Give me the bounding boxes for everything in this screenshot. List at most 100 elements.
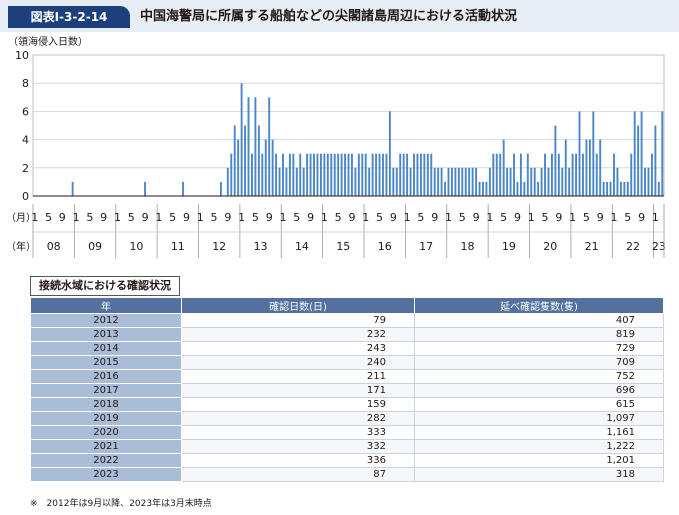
data-bar xyxy=(457,167,460,196)
table-row: 2013 232 819 xyxy=(30,327,664,342)
bar-chart: 0246810（月）（年）1 5 9081 5 9091 5 9101 5 9111 5 9121 5… xyxy=(6,49,666,258)
row-days: 232 xyxy=(181,327,415,342)
month-tick-label: 9 xyxy=(638,211,645,224)
data-bar xyxy=(271,139,274,196)
month-tick-label: 9 xyxy=(348,211,355,224)
data-bar xyxy=(182,181,184,196)
y-tick-label: 4 xyxy=(22,134,29,147)
month-tick-label: 1 xyxy=(362,211,369,224)
data-bar xyxy=(526,153,529,196)
data-bar xyxy=(371,153,374,196)
row-ships: 318 xyxy=(414,467,664,482)
data-bar xyxy=(626,181,629,196)
data-bar xyxy=(233,125,236,196)
data-bar xyxy=(582,153,584,196)
month-tick-label: 1 xyxy=(528,211,535,224)
month-tick-label: 1 xyxy=(238,211,245,224)
data-bar xyxy=(264,139,267,196)
data-bar xyxy=(502,139,505,196)
data-bar xyxy=(540,167,543,196)
data-bar xyxy=(619,181,622,196)
row-ships: 729 xyxy=(414,341,664,356)
data-bar xyxy=(416,153,419,196)
row-days: 243 xyxy=(181,341,415,356)
table-row: 2015 240 709 xyxy=(30,355,664,370)
month-tick-label: 9 xyxy=(514,211,521,224)
data-bar xyxy=(599,139,602,196)
row-year: 2013 xyxy=(30,327,182,342)
row-ships: 819 xyxy=(414,327,664,342)
year-tick-label: 15 xyxy=(336,240,350,253)
year-axis-label: （年） xyxy=(6,240,36,253)
data-bar xyxy=(247,97,250,196)
table-row: 2014 243 729 xyxy=(30,341,664,356)
data-bar xyxy=(495,153,498,196)
data-bar xyxy=(268,97,271,196)
data-bar xyxy=(423,153,426,196)
data-bar xyxy=(657,181,660,196)
data-bar xyxy=(144,181,147,196)
data-bar xyxy=(71,181,74,196)
data-bar xyxy=(409,167,412,196)
data-bar xyxy=(306,153,309,196)
y-tick-label: 10 xyxy=(15,49,29,62)
year-tick-label: 09 xyxy=(88,240,102,253)
data-bar xyxy=(219,181,222,196)
data-bar xyxy=(292,153,295,196)
row-days: 211 xyxy=(181,369,415,384)
row-days: 159 xyxy=(181,397,415,412)
row-year: 2014 xyxy=(30,341,182,356)
data-bar xyxy=(285,167,288,196)
data-bar xyxy=(388,111,391,196)
month-tick-label: 5 xyxy=(211,211,218,224)
year-tick-label: 10 xyxy=(129,240,143,253)
row-days: 79 xyxy=(181,313,415,328)
month-tick-label: 9 xyxy=(100,211,107,224)
data-bar xyxy=(344,153,346,196)
data-bar xyxy=(288,153,291,196)
month-tick-label: 5 xyxy=(45,211,52,224)
header-days: 確認日数(日) xyxy=(181,297,415,314)
table-caption: 接続水域における確認状況 xyxy=(30,276,180,296)
data-bar xyxy=(357,153,360,196)
data-bar xyxy=(323,153,326,196)
data-bar xyxy=(237,139,240,196)
year-tick-label: 19 xyxy=(502,240,516,253)
month-tick-label: 5 xyxy=(624,211,631,224)
data-bar xyxy=(547,167,550,196)
row-days: 282 xyxy=(181,411,415,426)
data-bar xyxy=(561,167,564,196)
data-bar xyxy=(523,181,526,196)
row-year: 2020 xyxy=(30,425,182,440)
data-bar xyxy=(544,153,546,196)
data-bar xyxy=(368,167,371,196)
month-tick-label: 9 xyxy=(597,211,604,224)
month-tick-label: 1 xyxy=(73,211,80,224)
data-bar xyxy=(309,153,312,196)
month-tick-label: 5 xyxy=(128,211,135,224)
data-bar xyxy=(275,153,278,196)
data-bar xyxy=(313,153,315,196)
data-bar xyxy=(595,153,598,196)
month-tick-label: 1 xyxy=(404,211,411,224)
data-bar xyxy=(319,153,322,196)
data-bar xyxy=(616,167,619,196)
data-bar xyxy=(464,167,467,196)
data-bar xyxy=(326,153,329,196)
data-bar xyxy=(647,167,650,196)
data-bar xyxy=(609,181,612,196)
row-year: 2018 xyxy=(30,397,182,412)
table-row: 2022 336 1,201 xyxy=(30,453,664,468)
data-bar xyxy=(588,139,591,196)
row-year: 2023 xyxy=(30,467,182,482)
row-ships: 1,097 xyxy=(414,411,664,426)
table-row: 2021 332 1,222 xyxy=(30,439,664,454)
data-bar xyxy=(450,167,453,196)
data-bar xyxy=(475,167,478,196)
data-bar xyxy=(340,153,343,196)
data-bar xyxy=(461,167,464,196)
data-bar xyxy=(261,153,264,196)
data-bar xyxy=(661,111,664,196)
month-tick-label: 9 xyxy=(59,211,66,224)
row-year: 2022 xyxy=(30,453,182,468)
